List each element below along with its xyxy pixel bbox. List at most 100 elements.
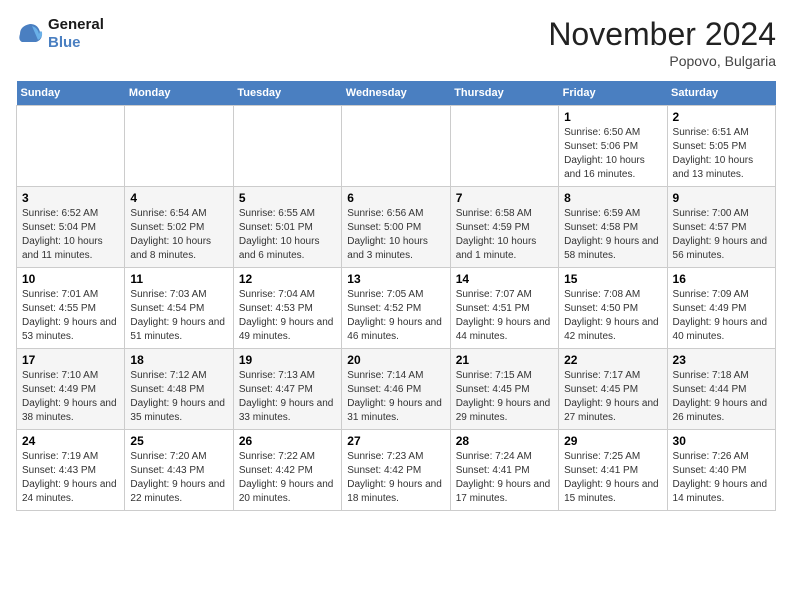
day-info: Sunrise: 7:07 AMSunset: 4:51 PMDaylight:… (456, 288, 553, 344)
calendar-week-1: 1 Sunrise: 6:50 AMSunset: 5:06 PMDaylight… (17, 106, 776, 187)
day-number: 15 (564, 272, 661, 286)
day-info: Sunrise: 6:58 AMSunset: 4:59 PMDaylight:… (456, 207, 553, 263)
calendar-cell: 1 Sunrise: 6:50 AMSunset: 5:06 PMDaylight… (559, 106, 667, 187)
calendar-cell: 8Sunrise: 6:59 AMSunset: 4:58 PMDaylight… (559, 187, 667, 268)
day-number: 30 (673, 434, 770, 448)
day-number: 27 (347, 434, 444, 448)
day-info: Sunrise: 7:10 AMSunset: 4:49 PMDaylight:… (22, 369, 119, 425)
day-info: Sunrise: 7:20 AMSunset: 4:43 PMDaylight:… (130, 450, 227, 506)
day-number: 9 (673, 191, 770, 205)
weekday-header-thursday: Thursday (450, 81, 558, 106)
calendar-cell (233, 106, 341, 187)
day-info: Sunrise: 7:03 AMSunset: 4:54 PMDaylight:… (130, 288, 227, 344)
day-info: Sunrise: 7:08 AMSunset: 4:50 PMDaylight:… (564, 288, 661, 344)
weekday-header-tuesday: Tuesday (233, 81, 341, 106)
day-number: 4 (130, 191, 227, 205)
day-number: 17 (22, 353, 119, 367)
location: Popovo, Bulgaria (548, 53, 776, 69)
day-info: Sunrise: 7:24 AMSunset: 4:41 PMDaylight:… (456, 450, 553, 506)
weekday-header-sunday: Sunday (17, 81, 125, 106)
calendar-table: SundayMondayTuesdayWednesdayThursdayFrid… (16, 81, 776, 511)
calendar-cell: 7 Sunrise: 6:58 AMSunset: 4:59 PMDaylight… (450, 187, 558, 268)
calendar-week-4: 17 Sunrise: 7:10 AMSunset: 4:49 PMDayligh… (17, 349, 776, 430)
calendar-cell: 5 Sunrise: 6:55 AMSunset: 5:01 PMDaylight… (233, 187, 341, 268)
day-info: Sunrise: 6:51 AMSunset: 5:05 PMDaylight:… (673, 126, 770, 182)
calendar-cell: 26 Sunrise: 7:22 AMSunset: 4:42 PMDayligh… (233, 430, 341, 511)
day-info: Sunrise: 7:23 AMSunset: 4:42 PMDaylight:… (347, 450, 444, 506)
day-number: 29 (564, 434, 661, 448)
day-info: Sunrise: 7:13 AMSunset: 4:47 PMDaylight:… (239, 369, 336, 425)
calendar-cell (450, 106, 558, 187)
day-info: Sunrise: 7:00 AMSunset: 4:57 PMDaylight:… (673, 207, 770, 263)
calendar-cell: 24Sunrise: 7:19 AMSunset: 4:43 PMDayligh… (17, 430, 125, 511)
calendar-cell: 27 Sunrise: 7:23 AMSunset: 4:42 PMDayligh… (342, 430, 450, 511)
day-info: Sunrise: 7:01 AMSunset: 4:55 PMDaylight:… (22, 288, 119, 344)
day-info: Sunrise: 7:09 AMSunset: 4:49 PMDaylight:… (673, 288, 770, 344)
day-number: 7 (456, 191, 553, 205)
day-number: 13 (347, 272, 444, 286)
day-info: Sunrise: 7:26 AMSunset: 4:40 PMDaylight:… (673, 450, 770, 506)
calendar-cell: 3 Sunrise: 6:52 AMSunset: 5:04 PMDaylight… (17, 187, 125, 268)
calendar-cell: 19 Sunrise: 7:13 AMSunset: 4:47 PMDayligh… (233, 349, 341, 430)
calendar-cell: 9 Sunrise: 7:00 AMSunset: 4:57 PMDaylight… (667, 187, 775, 268)
day-info: Sunrise: 7:12 AMSunset: 4:48 PMDaylight:… (130, 369, 227, 425)
calendar-cell: 15 Sunrise: 7:08 AMSunset: 4:50 PMDayligh… (559, 268, 667, 349)
calendar-cell: 30 Sunrise: 7:26 AMSunset: 4:40 PMDayligh… (667, 430, 775, 511)
calendar-cell: 4 Sunrise: 6:54 AMSunset: 5:02 PMDaylight… (125, 187, 233, 268)
day-info: Sunrise: 7:15 AMSunset: 4:45 PMDaylight:… (456, 369, 553, 425)
calendar-cell: 17 Sunrise: 7:10 AMSunset: 4:49 PMDayligh… (17, 349, 125, 430)
calendar-week-5: 24Sunrise: 7:19 AMSunset: 4:43 PMDayligh… (17, 430, 776, 511)
calendar-cell: 16 Sunrise: 7:09 AMSunset: 4:49 PMDayligh… (667, 268, 775, 349)
weekday-header-saturday: Saturday (667, 81, 775, 106)
day-number: 2 (673, 110, 770, 124)
day-number: 20 (347, 353, 444, 367)
calendar-cell (125, 106, 233, 187)
logo-icon (16, 20, 44, 48)
day-number: 1 (564, 110, 661, 124)
calendar-cell: 23 Sunrise: 7:18 AMSunset: 4:44 PMDayligh… (667, 349, 775, 430)
weekday-header-monday: Monday (125, 81, 233, 106)
day-number: 5 (239, 191, 336, 205)
calendar-cell: 6Sunrise: 6:56 AMSunset: 5:00 PMDaylight… (342, 187, 450, 268)
day-number: 19 (239, 353, 336, 367)
calendar-cell: 29 Sunrise: 7:25 AMSunset: 4:41 PMDayligh… (559, 430, 667, 511)
calendar-cell: 10Sunrise: 7:01 AMSunset: 4:55 PMDayligh… (17, 268, 125, 349)
day-info: Sunrise: 7:17 AMSunset: 4:45 PMDaylight:… (564, 369, 661, 425)
day-info: Sunrise: 6:55 AMSunset: 5:01 PMDaylight:… (239, 207, 336, 263)
logo: General Blue (16, 16, 104, 52)
weekday-header-row: SundayMondayTuesdayWednesdayThursdayFrid… (17, 81, 776, 106)
day-number: 25 (130, 434, 227, 448)
calendar-week-3: 10Sunrise: 7:01 AMSunset: 4:55 PMDayligh… (17, 268, 776, 349)
page-header: General Blue November 2024 Popovo, Bulga… (16, 16, 776, 69)
day-info: Sunrise: 7:22 AMSunset: 4:42 PMDaylight:… (239, 450, 336, 506)
day-info: Sunrise: 7:04 AMSunset: 4:53 PMDaylight:… (239, 288, 336, 344)
day-info: Sunrise: 6:59 AMSunset: 4:58 PMDaylight:… (564, 207, 661, 263)
day-info: Sunrise: 7:14 AMSunset: 4:46 PMDaylight:… (347, 369, 444, 425)
day-info: Sunrise: 7:25 AMSunset: 4:41 PMDaylight:… (564, 450, 661, 506)
day-number: 26 (239, 434, 336, 448)
day-info: Sunrise: 7:18 AMSunset: 4:44 PMDaylight:… (673, 369, 770, 425)
day-number: 18 (130, 353, 227, 367)
title-block: November 2024 Popovo, Bulgaria (548, 16, 776, 69)
month-title: November 2024 (548, 16, 776, 53)
calendar-cell (17, 106, 125, 187)
day-number: 21 (456, 353, 553, 367)
day-info: Sunrise: 6:54 AMSunset: 5:02 PMDaylight:… (130, 207, 227, 263)
calendar-cell: 21 Sunrise: 7:15 AMSunset: 4:45 PMDayligh… (450, 349, 558, 430)
day-number: 28 (456, 434, 553, 448)
day-info: Sunrise: 6:50 AMSunset: 5:06 PMDaylight:… (564, 126, 661, 182)
day-number: 3 (22, 191, 119, 205)
calendar-cell: 2 Sunrise: 6:51 AMSunset: 5:05 PMDaylight… (667, 106, 775, 187)
day-info: Sunrise: 6:56 AMSunset: 5:00 PMDaylight:… (347, 207, 444, 263)
day-info: Sunrise: 6:52 AMSunset: 5:04 PMDaylight:… (22, 207, 119, 263)
calendar-cell (342, 106, 450, 187)
day-number: 22 (564, 353, 661, 367)
logo-text: General Blue (48, 16, 104, 52)
weekday-header-wednesday: Wednesday (342, 81, 450, 106)
day-number: 11 (130, 272, 227, 286)
calendar-week-2: 3 Sunrise: 6:52 AMSunset: 5:04 PMDaylight… (17, 187, 776, 268)
day-number: 16 (673, 272, 770, 286)
calendar-cell: 11 Sunrise: 7:03 AMSunset: 4:54 PMDayligh… (125, 268, 233, 349)
calendar-cell: 28 Sunrise: 7:24 AMSunset: 4:41 PMDayligh… (450, 430, 558, 511)
day-number: 23 (673, 353, 770, 367)
